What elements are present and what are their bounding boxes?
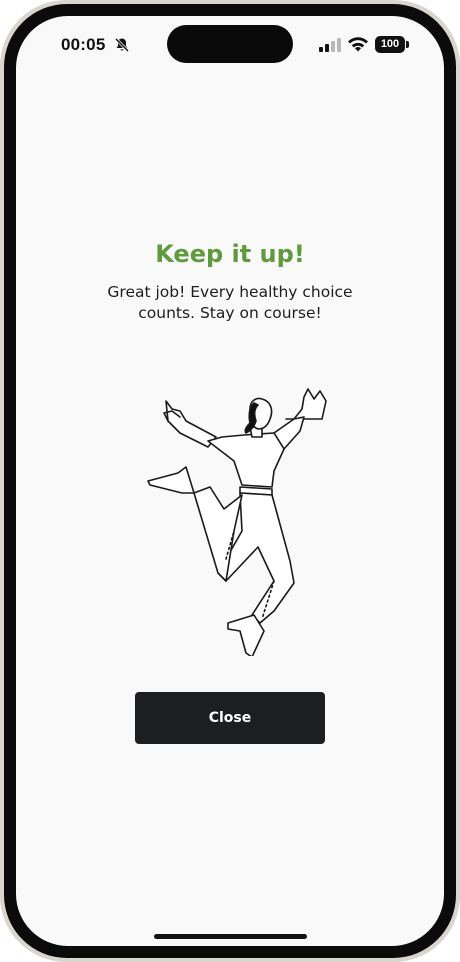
home-indicator[interactable]	[154, 934, 307, 939]
cellular-signal-icon	[319, 38, 341, 52]
wifi-icon	[348, 37, 368, 52]
jumping-woman-illustration	[147, 388, 327, 656]
battery-level: 100	[375, 36, 405, 53]
battery-tip	[406, 41, 409, 48]
screen: 00:05 100 Keep it up! Great job! Every h…	[16, 16, 444, 946]
page-title: Keep it up!	[155, 240, 305, 268]
bell-slash-icon	[114, 37, 130, 53]
encouragement-message: Great job! Every healthy choice counts. …	[107, 283, 353, 322]
close-button[interactable]: Close	[135, 692, 325, 744]
status-bar: 00:05 100	[16, 16, 444, 72]
battery-indicator: 100	[375, 36, 409, 53]
status-time: 00:05	[61, 35, 106, 54]
dynamic-island	[167, 25, 293, 63]
